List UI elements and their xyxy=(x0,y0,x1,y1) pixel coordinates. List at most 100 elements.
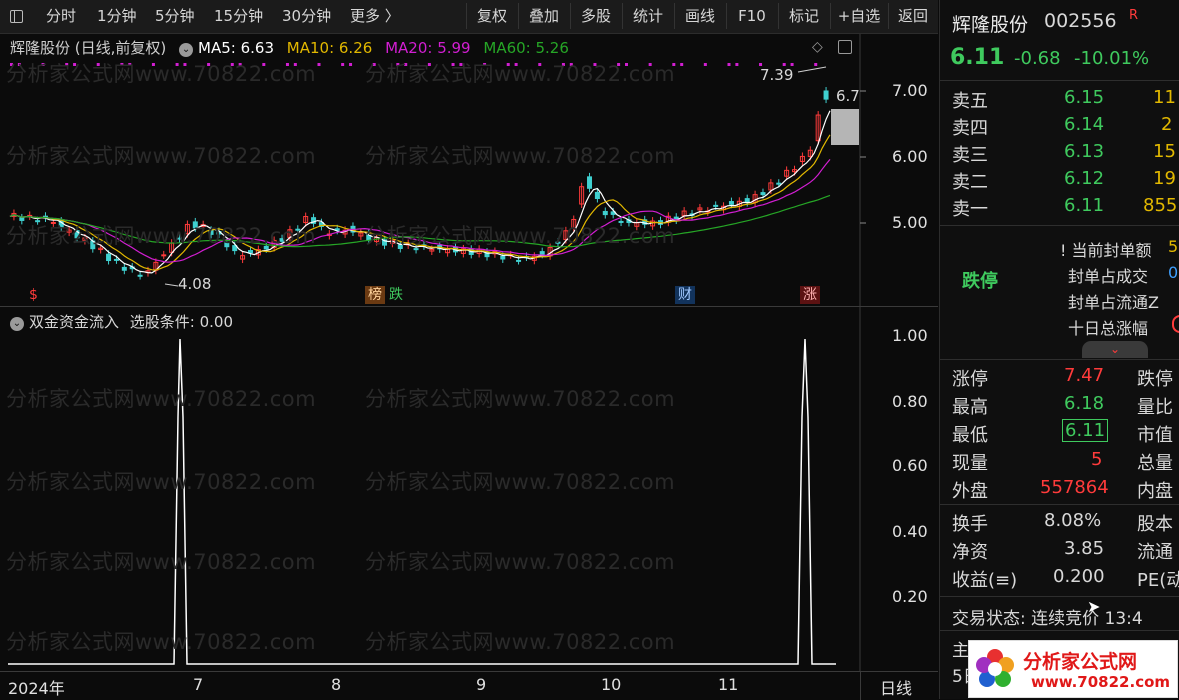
current-volume-label: 现量 xyxy=(952,453,988,474)
seal-trade-ratio-value: 0 xyxy=(1168,263,1179,282)
tab-intraday[interactable]: 分时 xyxy=(46,5,76,27)
mouse-cursor-icon: ➤ xyxy=(1087,597,1101,616)
back-button[interactable]: 返回 xyxy=(888,3,937,29)
x-tick: 8 xyxy=(331,675,342,694)
watermark-text: 分析家公式网www.70822.com xyxy=(365,62,676,86)
ask-1-price[interactable]: 6.11 xyxy=(1064,195,1104,216)
y-tick: 5.00 xyxy=(892,213,928,232)
limit-up-label: 涨停 xyxy=(952,369,988,390)
candle-body xyxy=(161,254,167,257)
signal-dot xyxy=(341,63,345,66)
ask-2-label: 卖二 xyxy=(952,172,988,193)
tab-1min[interactable]: 1分钟 xyxy=(97,5,137,27)
y-tick: 0.60 xyxy=(892,456,928,475)
net-asset-value: 3.85 xyxy=(1064,538,1105,559)
outer-volume-label: 外盘 xyxy=(952,481,988,502)
ask-3-label: 卖三 xyxy=(952,145,988,166)
divider xyxy=(940,630,1179,631)
candle-body xyxy=(728,201,734,205)
ask-5-price[interactable]: 6.15 xyxy=(1064,87,1104,108)
flower-logo-icon xyxy=(976,649,1014,687)
margin-badge: R xyxy=(1129,8,1139,23)
add-favorite-button[interactable]: +自选 xyxy=(830,3,887,29)
candle-body xyxy=(823,90,829,100)
eps-label: 收益(≡) xyxy=(952,570,1018,591)
ask-1-volume: 855 xyxy=(1143,195,1178,216)
period-label[interactable]: 日线 xyxy=(880,675,912,699)
signal-dot xyxy=(703,63,707,66)
low-price-label: 4.08 xyxy=(178,275,212,293)
draw-button[interactable]: 画线 xyxy=(674,3,725,29)
price-change: -0.68 xyxy=(1014,48,1061,69)
mark-button[interactable]: 标记 xyxy=(778,3,829,29)
signal-dot xyxy=(680,63,684,66)
ask-4-volume: 2 xyxy=(1161,114,1173,135)
watermark-text: 分析家公式网www.70822.com xyxy=(365,630,676,654)
indicator-legend: ⌄ 双金资金流入 选股条件: 0.00 xyxy=(10,311,233,332)
y-tick: 0.20 xyxy=(892,587,928,606)
seal-amount-value: 5 xyxy=(1168,237,1179,256)
x-tick: 2024年 xyxy=(8,679,65,698)
adjust-button[interactable]: 复权 xyxy=(466,3,517,29)
turnover-value: 8.08% xyxy=(1044,510,1102,531)
f10-button[interactable]: F10 xyxy=(726,3,777,29)
tab-5min[interactable]: 5分钟 xyxy=(155,5,195,27)
indicator-title: 双金资金流入 xyxy=(29,313,120,331)
tab-15min[interactable]: 15分钟 xyxy=(214,5,263,27)
tab-more[interactable]: 更多 〉 xyxy=(350,5,400,27)
limit-down-label: 跌停 xyxy=(1137,369,1173,390)
watermark-text: 分析家公式网www.70822.com xyxy=(365,550,676,574)
candle-body xyxy=(760,192,766,196)
ask-5-volume: 11 xyxy=(1153,87,1176,108)
marker-rank[interactable]: 榜 xyxy=(365,286,385,304)
total-volume-label: 总量 xyxy=(1137,453,1173,474)
marker-rise[interactable]: 涨 xyxy=(800,286,820,304)
limit-up-value: 7.47 xyxy=(1064,365,1105,386)
axis-divider xyxy=(860,672,861,700)
ask-5-label: 卖五 xyxy=(952,91,988,112)
expand-chevron-icon[interactable]: ⌄ xyxy=(1082,341,1148,358)
indicator-condition: 选股条件: 0.00 xyxy=(129,313,234,331)
diamond-icon[interactable]: ◇ xyxy=(812,39,823,55)
window-icon[interactable] xyxy=(838,40,852,54)
watermark-text: 分析家公式网www.70822.com xyxy=(365,144,676,168)
high-label: 最高 xyxy=(952,397,988,418)
multi-stock-button[interactable]: 多股 xyxy=(570,3,621,29)
panel-toggle-icon[interactable] xyxy=(10,10,23,23)
divider xyxy=(940,504,1179,505)
ask-2-price[interactable]: 6.12 xyxy=(1064,168,1104,189)
high-price-label: 7.39 xyxy=(760,66,794,84)
inner-volume-label: 内盘 xyxy=(1137,481,1173,502)
overlay-button[interactable]: 叠加 xyxy=(518,3,569,29)
collapse-icon[interactable]: ⌄ xyxy=(179,43,194,57)
divider xyxy=(940,225,1179,226)
collapse-icon[interactable]: ⌄ xyxy=(10,317,24,331)
ask-3-price[interactable]: 6.13 xyxy=(1064,141,1104,162)
marker-special[interactable]: $ xyxy=(26,286,41,304)
y-tick: 6.00 xyxy=(892,147,928,166)
candle-body xyxy=(594,191,600,200)
candle-body xyxy=(713,204,719,207)
x-tick: 7 xyxy=(193,675,204,694)
watermark-text: 分析家公式网www.70822.com xyxy=(6,470,317,494)
ma60-label: MA60: 5.26 xyxy=(483,39,569,57)
watermark-text: 分析家公式网www.70822.com xyxy=(6,387,317,411)
turnover-label: 换手 xyxy=(952,514,988,535)
watermark-text: 分析家公式网www.70822.com xyxy=(6,550,317,574)
tab-30min[interactable]: 30分钟 xyxy=(282,5,331,27)
candle-body xyxy=(137,274,143,277)
seal-amount-label: ! 当前封单额 xyxy=(1060,241,1152,260)
divider xyxy=(940,359,1179,360)
current-volume-value: 5 xyxy=(1091,449,1103,470)
chart-toolbar: 分时 1分钟 5分钟 15分钟 30分钟 更多 〉 复权 叠加 多股 统计 画线… xyxy=(0,0,938,34)
marker-finance[interactable]: 财 xyxy=(675,286,695,304)
candle-body xyxy=(113,258,119,261)
percent-change: -10.01% xyxy=(1074,48,1150,69)
stock-name: 辉隆股份 xyxy=(952,14,1029,36)
high-arrow xyxy=(797,66,827,73)
statistics-button[interactable]: 统计 xyxy=(622,3,673,29)
ask-4-price[interactable]: 6.14 xyxy=(1064,114,1104,135)
low-value: 6.11 xyxy=(1062,419,1109,442)
candle-body xyxy=(247,250,253,254)
marker-fall[interactable]: 跌 xyxy=(386,286,406,304)
